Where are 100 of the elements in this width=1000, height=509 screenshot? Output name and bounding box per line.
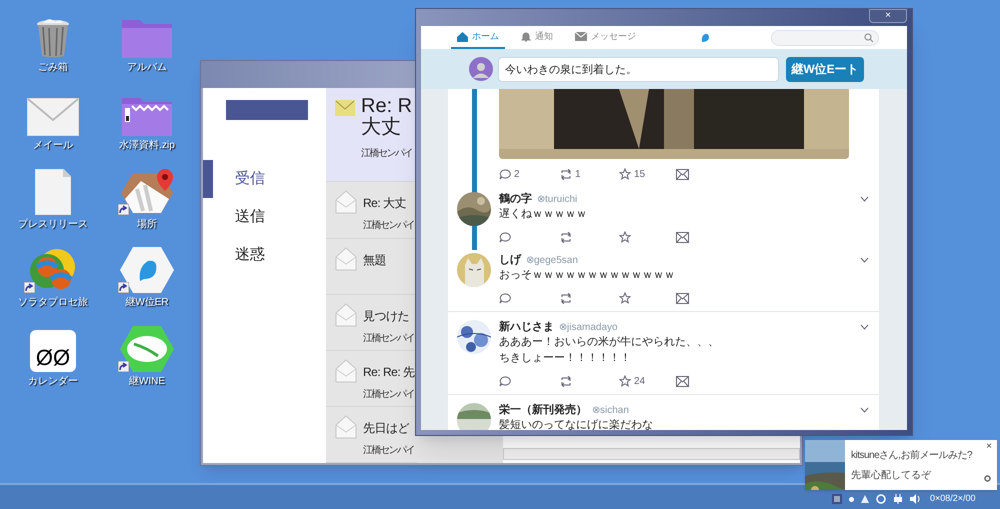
tweet-text: あああー！おいらの米が牛にやられた、、、 [499, 335, 720, 350]
folder-item[interactable]: 送信 [203, 198, 326, 236]
envelope-icon [335, 100, 355, 116]
like-count: 15 [634, 168, 646, 182]
message-item[interactable]: Re: R 大丈 江橋センパイ [326, 88, 417, 182]
document-icon [35, 168, 71, 215]
home-icon [457, 32, 468, 42]
compose-field[interactable]: 今いわきの泉に到着した。 [498, 56, 779, 82]
icon-label[interactable]: 場所 [137, 216, 157, 232]
icon-label[interactable]: 水澤資料.zip [119, 138, 175, 154]
open-envelope-icon [335, 358, 357, 383]
icon-label[interactable]: プレスリリース [18, 216, 88, 232]
envelope-icon [575, 32, 587, 41]
tweet-text: ちきしょーー！！！！！！ [499, 351, 632, 366]
speaker-icon[interactable] [910, 494, 921, 504]
message-sender: 江橋センパイ [363, 444, 414, 458]
chevron-down-icon[interactable] [860, 407, 869, 413]
envelope-icon[interactable] [676, 292, 689, 304]
star-icon[interactable] [619, 231, 631, 243]
network-icon[interactable] [876, 494, 886, 504]
app-tray-icon[interactable] [832, 494, 842, 504]
search-icon [864, 33, 874, 43]
dot-icon[interactable] [849, 496, 854, 502]
message-subject: 大丈 [361, 116, 402, 138]
message-subject: Re: 大丈 [363, 195, 408, 212]
open-envelope-icon [335, 414, 357, 439]
settings-icon[interactable] [984, 475, 991, 482]
close-button[interactable]: × [869, 9, 907, 23]
open-envelope-icon [335, 190, 357, 214]
tweet-text: 遅くねｗｗｗｗｗ [499, 207, 588, 222]
icon-label[interactable]: カレンダー [28, 374, 78, 389]
star-icon[interactable] [619, 292, 631, 304]
horizontal-scrollbar[interactable] [503, 448, 800, 460]
open-envelope-icon [335, 302, 357, 327]
reply-icon[interactable] [499, 232, 511, 242]
bird-hexagon-icon [120, 247, 174, 294]
power-plug-icon[interactable] [893, 494, 903, 504]
post-button[interactable]: 継W位Eート [786, 56, 864, 82]
notification-text: kitsuneさん,お前メールみた? [851, 448, 972, 462]
user-handle[interactable]: ⊗jisamadayo [559, 320, 618, 334]
nav-tab[interactable]: メッセージ [569, 26, 642, 49]
zipped-folder-icon [122, 96, 172, 136]
nav-tab[interactable]: 通知 [515, 26, 559, 49]
reply-icon[interactable] [499, 168, 511, 180]
retweet-icon[interactable] [560, 292, 572, 304]
reply-icon[interactable] [499, 376, 511, 386]
folder-item[interactable]: 迷惑 [203, 236, 326, 274]
message-subject: Re: Re: 先 [363, 364, 415, 381]
message-sender: 江橋センパイ [361, 146, 412, 161]
triangle-icon[interactable] [861, 495, 869, 503]
envelope-icon[interactable] [676, 168, 689, 180]
chevron-down-icon[interactable] [860, 196, 869, 202]
chevron-down-icon[interactable] [860, 324, 869, 330]
user-handle[interactable]: ⊗turuichi [537, 192, 578, 206]
envelope-icon[interactable] [676, 376, 689, 386]
icon-label[interactable]: 継W位ER [125, 295, 169, 310]
chat-hexagon-icon [120, 326, 174, 372]
message-subject: 先日はど [363, 420, 410, 437]
user-name[interactable]: 栄一（新刊発売） [499, 402, 587, 418]
notification-text: 先輩心配してるぞ [851, 468, 931, 482]
reply-count: 2 [514, 168, 520, 182]
avatar-icon [469, 57, 493, 81]
retweet-icon[interactable] [560, 168, 572, 180]
open-envelope-icon [335, 246, 357, 271]
user-name[interactable]: 鶴の字 [499, 190, 532, 208]
calendar-date: ØØ [36, 346, 70, 369]
message-sender: 江橋センパイ [363, 218, 414, 234]
star-icon[interactable] [619, 168, 631, 180]
folder-icon [122, 18, 172, 58]
message-subject: 無題 [363, 252, 386, 269]
icon-label[interactable]: アルバム [127, 60, 167, 75]
envelope-icon [27, 98, 79, 136]
tweet-text: 髪短いのってなにげに楽だわな [499, 418, 654, 430]
tweet-text: おっそｗｗｗｗｗｗｗｗｗｗｗｗｗ [499, 268, 676, 283]
bird-icon[interactable] [700, 33, 710, 43]
user-name[interactable]: 新ハじさま [499, 318, 554, 336]
retweet-icon[interactable] [560, 376, 572, 386]
message-subject: 見つけた [363, 308, 410, 325]
message-subject: Re: R [361, 96, 412, 116]
user-name[interactable]: しげ [499, 252, 521, 268]
bell-icon [521, 32, 531, 42]
envelope-icon[interactable] [676, 232, 689, 242]
user-handle[interactable]: ⊗gege5san [526, 252, 578, 268]
close-button[interactable]: × [986, 442, 992, 452]
retweet-icon[interactable] [560, 232, 572, 242]
clock[interactable]: 0×08/2×/00 [930, 492, 976, 506]
message-sender: 江橋センパイ [363, 332, 414, 346]
message-sender: 江橋センパイ [363, 388, 415, 402]
trash-can-icon [35, 18, 71, 58]
icon-label[interactable]: ソラタプロセ旅 [18, 295, 88, 310]
chevron-down-icon[interactable] [860, 257, 869, 263]
retweet-count: 1 [575, 168, 581, 182]
reply-icon[interactable] [499, 292, 511, 304]
icon-label[interactable]: メイール [33, 138, 73, 154]
search-field[interactable] [771, 30, 879, 46]
user-handle[interactable]: ⊗sichan [592, 402, 629, 418]
icon-label[interactable]: 継WINE [128, 374, 166, 389]
like-count: 24 [634, 374, 646, 388]
icon-label[interactable]: ごみ箱 [38, 60, 68, 75]
star-icon[interactable] [619, 375, 631, 387]
